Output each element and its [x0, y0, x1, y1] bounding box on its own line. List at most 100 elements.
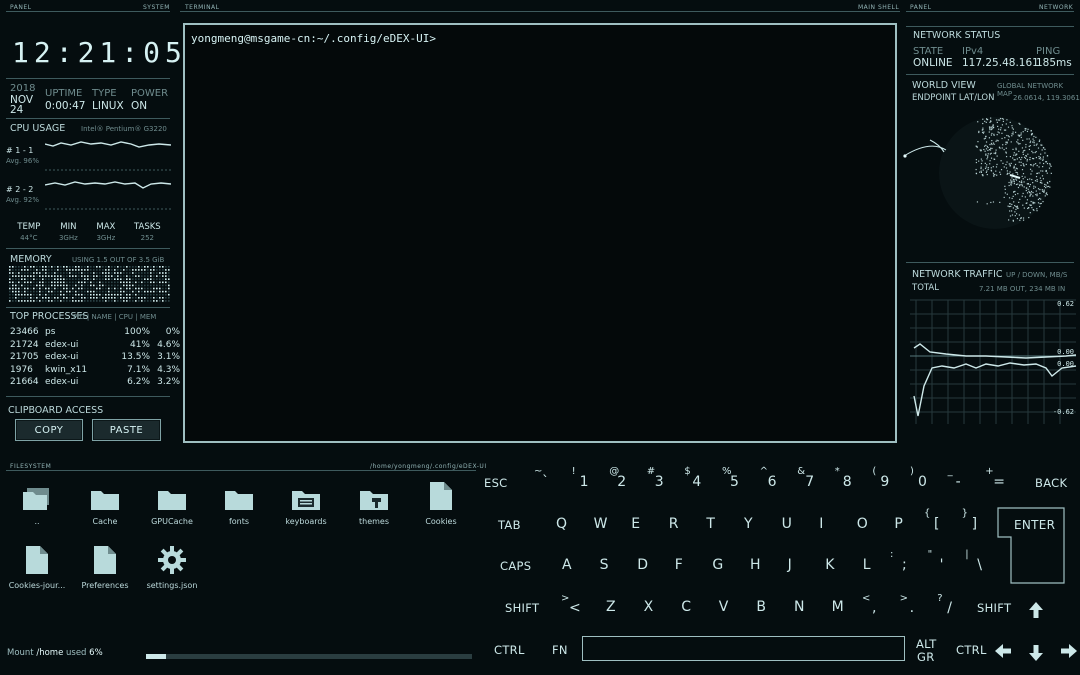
globe-map[interactable] [900, 110, 1070, 240]
letter-key[interactable]: T [706, 516, 715, 532]
letter-key[interactable]: M [832, 599, 844, 615]
letter-key[interactable]: P [894, 516, 902, 532]
number-key[interactable]: - [956, 474, 961, 490]
cpu-core-2-id: # 2 - 2 [6, 185, 34, 194]
symbol-key[interactable]: [ [934, 516, 939, 532]
letter-key[interactable]: Z [606, 599, 616, 615]
arrow-down-icon[interactable] [1029, 641, 1043, 661]
file-label: keyboards [285, 517, 327, 526]
tab-key[interactable]: TAB [498, 518, 521, 532]
letter-key[interactable]: C [681, 599, 691, 615]
letter-key[interactable]: H [750, 557, 761, 573]
process-pid: 21724 [10, 339, 39, 350]
letter-key[interactable]: Q [556, 516, 567, 532]
file-item[interactable]: Cookies [411, 481, 471, 526]
copy-button[interactable]: COPY [15, 419, 83, 441]
enter-key[interactable]: ENTER [1014, 518, 1055, 532]
file-label: Cookies [425, 517, 457, 526]
min-value: 3GHz [58, 234, 78, 242]
paste-button[interactable]: PASTE [92, 419, 161, 441]
letter-key[interactable]: G [712, 557, 723, 573]
terminal-window[interactable]: yongmeng@msgame-cn:~/.config/eDEX-UI> [183, 23, 897, 443]
letter-key[interactable]: J [788, 557, 792, 573]
symbol-key-shift-label: | [965, 549, 969, 560]
number-key[interactable]: = [993, 474, 1005, 490]
space-key[interactable] [582, 636, 905, 661]
number-key[interactable]: 1 [580, 474, 589, 490]
number-key-shift-label: ( [872, 466, 877, 477]
symbol-key[interactable]: ] [972, 516, 977, 532]
letter-key[interactable]: N [794, 599, 804, 615]
mount-usage-fill [146, 654, 166, 659]
traffic-tick-label: 0.62 [1057, 300, 1074, 308]
file-item[interactable]: .. [7, 481, 67, 526]
letter-key[interactable]: E [631, 516, 640, 532]
process-list: 23466 ps 100% 0% 21724 edex-ui 41% 4.6% 21705 ede… [10, 327, 180, 390]
process-pid: 21705 [10, 352, 39, 363]
file-label: settings.json [146, 581, 198, 590]
process-mem: 3.1% [157, 352, 180, 363]
altgr-key[interactable]: GR [917, 650, 935, 664]
symbol-key[interactable]: , [872, 600, 876, 616]
file-item[interactable]: Cache [75, 481, 135, 526]
top-processes-columns: PID | NAME | CPU | MEM [73, 313, 157, 321]
letter-key[interactable]: K [825, 557, 834, 573]
number-key[interactable]: 2 [617, 474, 626, 490]
file-item[interactable]: themes [344, 481, 404, 526]
letter-key[interactable]: U [782, 516, 792, 532]
letter-key[interactable]: V [719, 599, 729, 615]
file-item[interactable]: Preferences [75, 545, 135, 590]
letter-key[interactable]: Y [744, 516, 753, 532]
letter-key[interactable]: X [644, 599, 654, 615]
alt-key[interactable]: ALT [916, 637, 937, 651]
number-key[interactable]: 9 [880, 474, 889, 490]
mount-info: Mount /home used 6% [7, 648, 103, 658]
file-item[interactable]: GPUCache [142, 481, 202, 526]
letter-key[interactable]: D [637, 557, 648, 573]
letter-key[interactable]: I [819, 516, 823, 532]
file-item[interactable]: settings.json [142, 545, 202, 590]
process-name: edex-ui [45, 352, 79, 363]
letter-key[interactable]: O [857, 516, 868, 532]
letter-key[interactable]: R [669, 516, 679, 532]
letter-key[interactable]: L [863, 557, 871, 573]
symbol-key[interactable]: < [569, 600, 581, 616]
terminal-prompt[interactable]: yongmeng@msgame-cn:~/.config/eDEX-UI> [191, 32, 436, 45]
letter-key[interactable]: W [594, 516, 608, 532]
number-key[interactable]: 7 [805, 474, 814, 490]
mount-path: /home [36, 648, 64, 658]
number-key[interactable]: 5 [730, 474, 739, 490]
number-key[interactable]: 4 [692, 474, 701, 490]
number-key[interactable]: ` [542, 474, 549, 490]
number-key[interactable]: 8 [843, 474, 852, 490]
number-key[interactable]: 6 [768, 474, 777, 490]
caps-key[interactable]: CAPS [500, 559, 531, 573]
symbol-key[interactable]: \ [977, 557, 982, 573]
letter-key[interactable]: F [675, 557, 683, 573]
back-key[interactable]: BACK [1035, 476, 1067, 490]
arrow-left-icon[interactable] [995, 644, 1015, 658]
letter-key[interactable]: A [562, 557, 572, 573]
esc-key[interactable]: ESC [484, 476, 508, 490]
ctrl-key-left: CTRL [494, 643, 525, 657]
file-item[interactable]: keyboards [276, 481, 336, 526]
arrow-up-icon[interactable] [1029, 602, 1043, 622]
file-item[interactable]: fonts [209, 481, 269, 526]
arrow-right-icon[interactable] [1057, 644, 1077, 658]
symbol-key[interactable]: / [947, 600, 952, 616]
symbol-key[interactable]: ' [940, 557, 944, 573]
letter-key[interactable]: B [756, 599, 766, 615]
process-cpu: 100% [124, 327, 150, 337]
file-item[interactable]: Cookies-jour... [7, 545, 67, 590]
number-key[interactable]: 3 [655, 474, 664, 490]
fn-key[interactable]: FN [552, 643, 568, 657]
symbol-key[interactable]: ; [902, 557, 907, 573]
process-cpu: 13.5% [121, 352, 150, 363]
ping-value: 185ms [1036, 57, 1072, 69]
letter-key[interactable]: S [600, 557, 609, 573]
process-name: edex-ui [45, 339, 79, 350]
symbol-key[interactable]: . [910, 600, 914, 616]
cpu-core-2-avg: Avg. 92% [6, 196, 39, 204]
power-value: ON [131, 100, 148, 112]
number-key[interactable]: 0 [918, 474, 927, 490]
